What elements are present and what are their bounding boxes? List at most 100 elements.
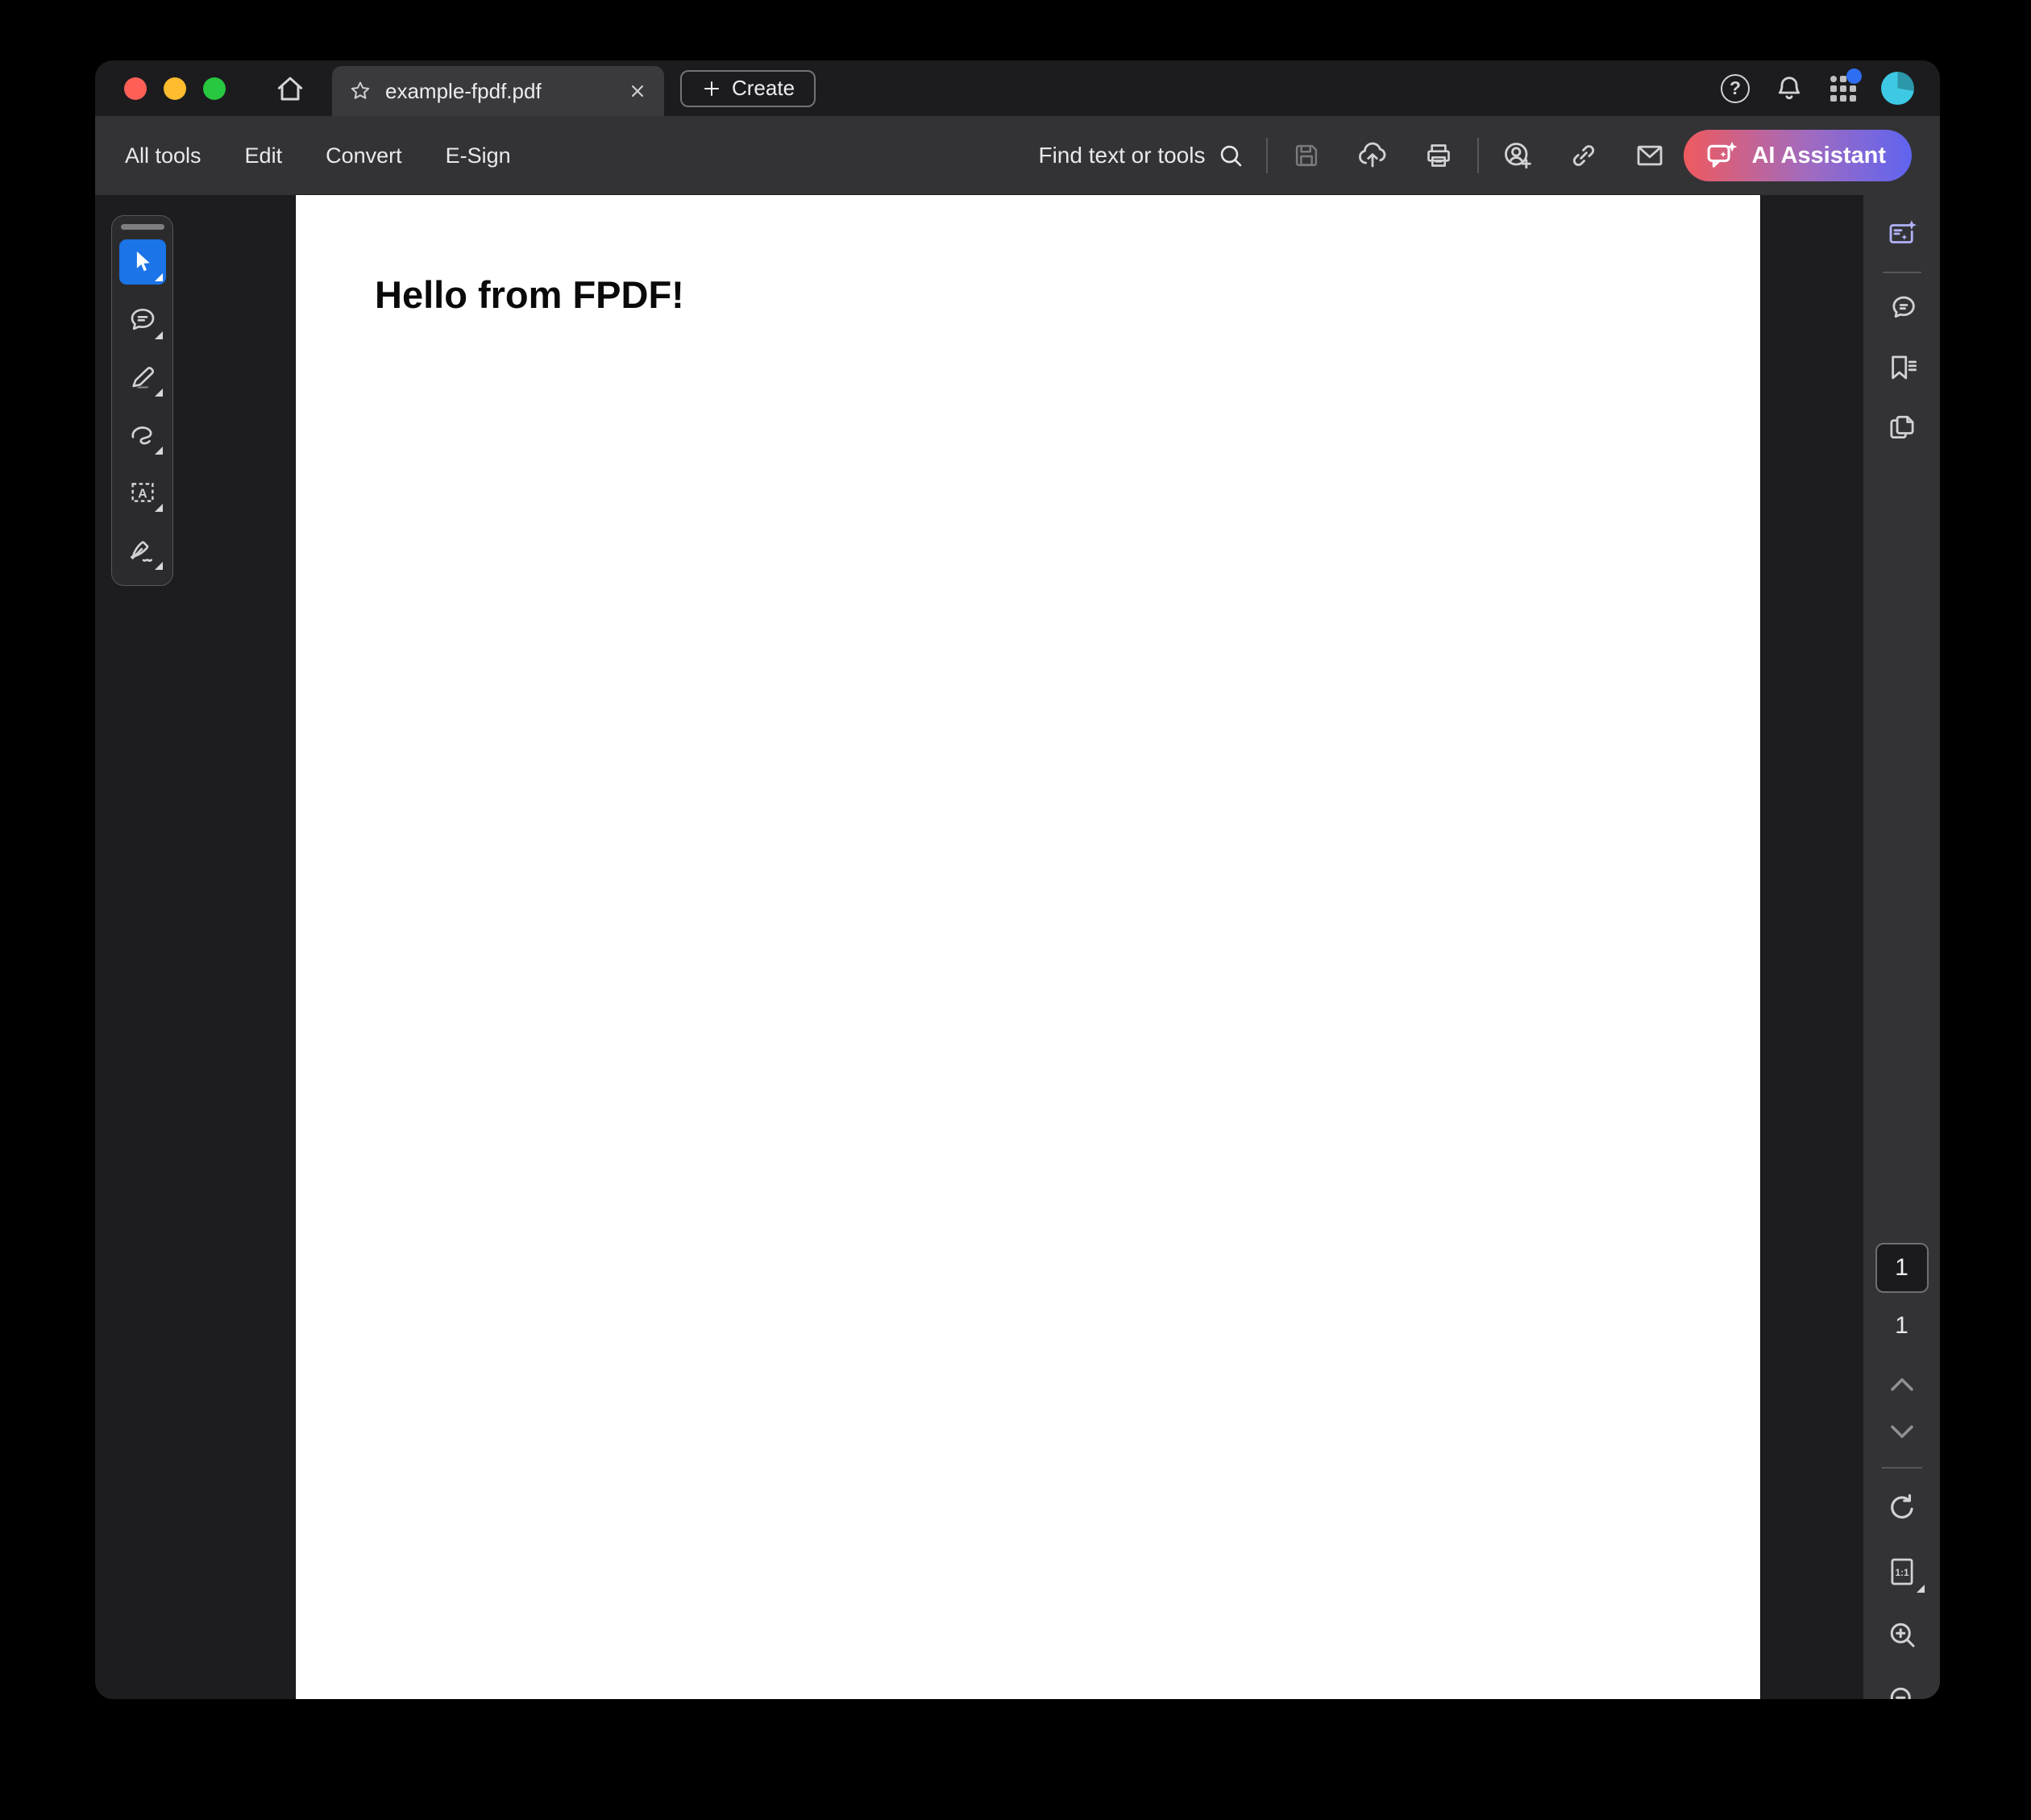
avatar — [1881, 72, 1914, 105]
page-count-label: 1 — [1895, 1312, 1908, 1340]
next-page-button[interactable] — [1888, 1422, 1917, 1443]
actual-size-icon: 1:1 — [1884, 1554, 1920, 1589]
zoom-in-button[interactable] — [1881, 1614, 1923, 1656]
menu-convert[interactable]: Convert — [324, 139, 404, 173]
zoom-out-button[interactable] — [1881, 1678, 1923, 1699]
titlebar-right-actions: ? — [1718, 72, 1914, 106]
find-text-label: Find text or tools — [1038, 143, 1205, 168]
comments-panel-button[interactable] — [1881, 287, 1923, 329]
rail-divider — [1883, 272, 1921, 273]
share-upload-button[interactable] — [1355, 138, 1390, 173]
zoom-out-icon — [1885, 1682, 1919, 1699]
pdf-heading-text: Hello from FPDF! — [375, 272, 684, 317]
panel-drag-handle[interactable] — [121, 224, 164, 230]
bookmarks-panel-button[interactable] — [1881, 347, 1923, 389]
save-icon — [1291, 140, 1322, 171]
previous-page-button[interactable] — [1888, 1373, 1917, 1394]
titlebar: example-fpdf.pdf Create ? — [95, 60, 1940, 116]
create-button[interactable]: Create — [680, 70, 816, 107]
ai-assistant-label: AI Assistant — [1751, 143, 1886, 169]
fill-sign-icon — [127, 534, 159, 567]
fullscreen-window-button[interactable] — [203, 77, 226, 100]
toolbar: All tools Edit Convert E-Sign Find text … — [95, 116, 1940, 195]
page-navigation-controls: 1 — [1863, 1243, 1940, 1699]
app-switcher-button[interactable] — [1826, 72, 1860, 106]
close-window-button[interactable] — [124, 77, 147, 100]
draw-tool-button[interactable] — [119, 412, 166, 458]
flyout-indicator — [155, 562, 163, 570]
notifications-button[interactable] — [1772, 72, 1806, 106]
flyout-indicator — [155, 273, 163, 281]
highlight-tool-button[interactable] — [119, 355, 166, 401]
star-icon[interactable] — [348, 79, 372, 103]
create-button-label: Create — [732, 76, 795, 101]
flyout-indicator — [1917, 1585, 1925, 1593]
page-number-input[interactable] — [1875, 1243, 1929, 1293]
menu-esign[interactable]: E-Sign — [444, 139, 513, 173]
document-tab[interactable]: example-fpdf.pdf — [332, 66, 664, 116]
plus-icon — [701, 78, 722, 99]
rail-divider — [1882, 1467, 1922, 1469]
quick-tools-panel: A — [111, 215, 173, 586]
ai-assistant-button[interactable]: AI Assistant — [1684, 130, 1912, 181]
add-user-icon — [1501, 139, 1535, 172]
rotate-page-button[interactable] — [1881, 1486, 1923, 1528]
comment-tool-button[interactable] — [119, 297, 166, 343]
home-button[interactable] — [271, 69, 309, 108]
home-icon — [273, 72, 307, 106]
apps-grid-icon — [1828, 73, 1859, 104]
flyout-indicator — [155, 389, 163, 397]
toolbar-divider — [1477, 138, 1479, 173]
svg-text:A: A — [138, 488, 147, 501]
find-text-button[interactable]: Find text or tools — [1038, 141, 1245, 170]
search-icon — [1216, 141, 1245, 170]
link-button[interactable] — [1566, 138, 1601, 173]
bookmark-icon — [1885, 351, 1919, 384]
save-button[interactable] — [1289, 138, 1324, 173]
select-cursor-icon — [129, 248, 156, 276]
toolbar-right-actions: Find text or tools — [1038, 130, 1912, 181]
highlighter-icon — [127, 361, 159, 393]
bell-icon — [1773, 73, 1805, 105]
toolbar-menus: All tools Edit Convert E-Sign — [123, 139, 513, 173]
fill-sign-tool-button[interactable] — [119, 527, 166, 573]
draw-lasso-icon — [127, 419, 159, 451]
acrobat-window: example-fpdf.pdf Create ? — [95, 60, 1940, 1699]
help-button[interactable]: ? — [1718, 72, 1752, 106]
print-icon — [1423, 139, 1455, 172]
close-tab-icon[interactable] — [627, 81, 648, 102]
actual-size-label: 1:1 — [1895, 1568, 1908, 1578]
print-button[interactable] — [1421, 138, 1456, 173]
comment-icon — [127, 304, 159, 336]
mail-icon — [1633, 139, 1667, 172]
help-icon: ? — [1721, 74, 1750, 103]
tab-title: example-fpdf.pdf — [385, 79, 614, 104]
add-user-button[interactable] — [1500, 138, 1535, 173]
traffic-lights — [124, 77, 226, 100]
ai-summary-button[interactable] — [1881, 213, 1923, 255]
link-icon — [1568, 139, 1600, 172]
toolbar-divider — [1266, 138, 1268, 173]
page-thumbnails-button[interactable] — [1881, 406, 1923, 448]
rail-panels — [1863, 195, 1940, 466]
actual-size-button[interactable]: 1:1 — [1881, 1551, 1923, 1593]
flyout-indicator — [155, 504, 163, 512]
minimize-window-button[interactable] — [164, 77, 186, 100]
cloud-upload-icon — [1356, 139, 1389, 172]
comments-panel-icon — [1885, 291, 1919, 325]
text-select-tool-button[interactable]: A — [119, 470, 166, 516]
flyout-indicator — [155, 447, 163, 455]
text-select-icon: A — [127, 476, 159, 509]
page-thumbnails-icon — [1885, 410, 1919, 444]
flyout-indicator — [155, 331, 163, 339]
account-avatar[interactable] — [1880, 72, 1914, 106]
zoom-in-icon — [1885, 1618, 1919, 1652]
pdf-page[interactable]: Hello from FPDF! — [296, 195, 1760, 1699]
menu-all-tools[interactable]: All tools — [123, 139, 203, 173]
rotate-icon — [1885, 1490, 1919, 1524]
menu-edit[interactable]: Edit — [243, 139, 285, 173]
document-view: Hello from FPDF! — [95, 195, 1940, 1699]
help-glyph: ? — [1730, 77, 1741, 99]
email-button[interactable] — [1632, 138, 1668, 173]
select-tool-button[interactable] — [119, 239, 166, 285]
